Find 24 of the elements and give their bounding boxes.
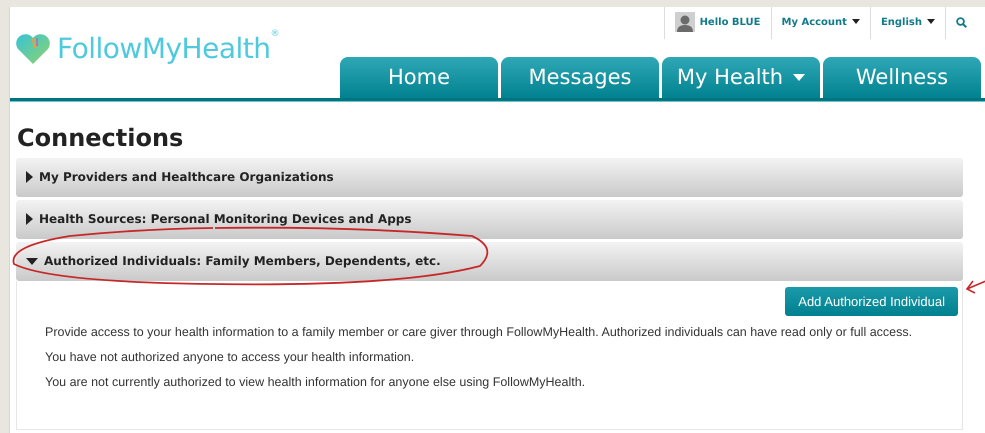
info-text: You are not currently authorized to view health information for anyone else using FollowMyHealth. — [45, 374, 586, 391]
nav-tab[interactable]: Wellness — [823, 57, 981, 98]
add-button[interactable]: Add Authorized Individual — [785, 286, 958, 316]
search-icon[interactable] — [956, 16, 967, 28]
info-text: Provide access to your health information to a family member or care giver through FollowMyHealth. Authorized individuals can have read only or full access. — [45, 324, 914, 342]
menu-link[interactable]: English — [880, 14, 922, 30]
caret-right-icon — [26, 171, 33, 184]
nav-tab[interactable]: Home — [340, 57, 498, 98]
accordion-header[interactable]: My Providers and Healthcare Organizations — [16, 158, 963, 197]
accordion-header[interactable]: Authorized Individuals: Family Members, Dependents, etc. — [16, 242, 963, 281]
menu-link[interactable]: My Account — [782, 14, 847, 30]
accordion-header[interactable]: Health Sources: Personal Monitoring Devices and Apps — [16, 200, 963, 239]
heart-logo-icon — [15, 34, 51, 64]
nav-tab[interactable]: My Health — [662, 57, 820, 98]
caret-icon — [793, 74, 806, 81]
page-title: Connections — [17, 124, 184, 153]
greeting-text: Hello BLUE — [700, 16, 761, 30]
caret-right-icon — [26, 213, 33, 226]
logo-text: FollowMyHealth® — [57, 28, 279, 67]
nav-tab[interactable]: Messages — [501, 57, 659, 98]
caret-down-icon — [26, 258, 38, 265]
info-text: You have not authorized anyone to access your health information. — [45, 349, 416, 366]
pointer-arrow — [966, 280, 985, 294]
avatar-icon — [674, 12, 695, 32]
